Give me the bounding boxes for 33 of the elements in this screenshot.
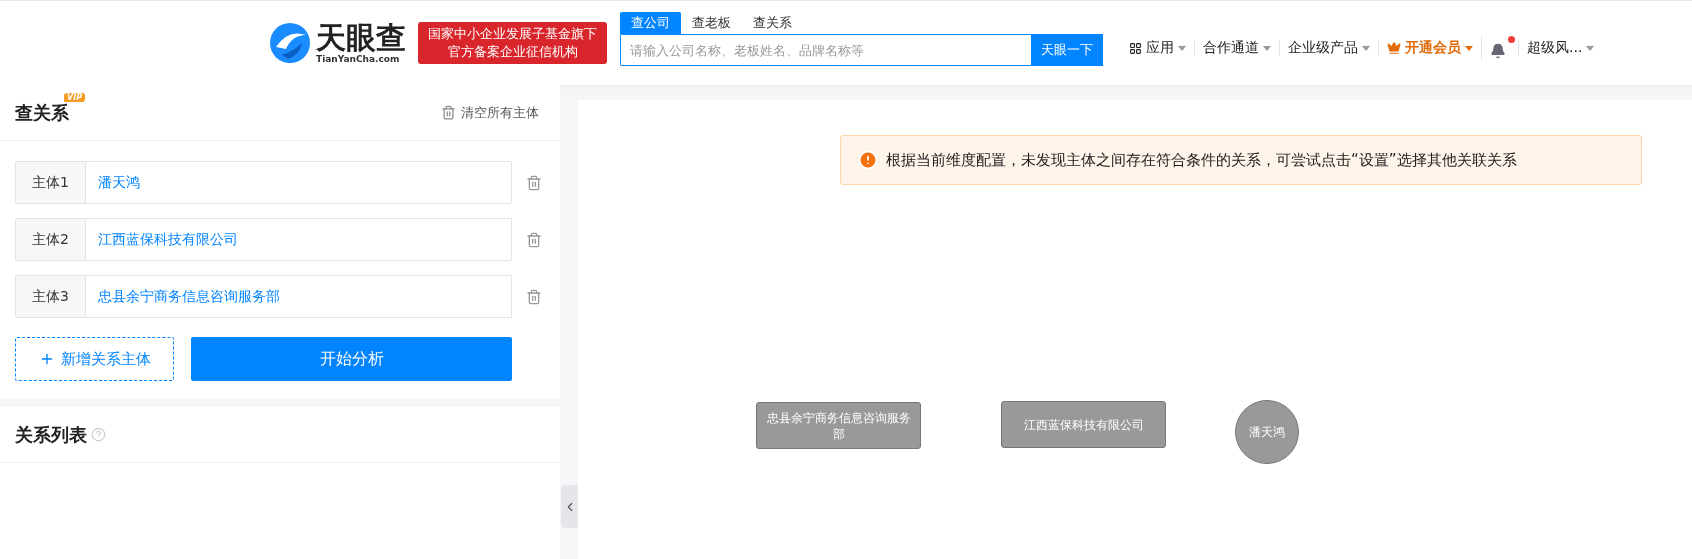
grid-icon xyxy=(1129,41,1142,55)
warning-icon xyxy=(858,150,878,170)
logo-icon xyxy=(268,21,312,65)
trash-icon xyxy=(441,105,456,120)
certification-banner: 国家中小企业发展子基金旗下 官方备案企业征信机构 xyxy=(418,22,607,64)
search-field[interactable]: 请输入公司名称、老板姓名、品牌名称等 xyxy=(620,34,1031,66)
subject-field[interactable]: 主体2 江西蓝保科技有限公司 xyxy=(15,218,512,261)
search-tab[interactable]: 查关系 xyxy=(742,12,803,34)
user-menu[interactable]: 超级风... xyxy=(1518,40,1603,56)
panel-title: 查关系 xyxy=(15,101,69,123)
search-tab[interactable]: 查老板 xyxy=(681,12,742,34)
delete-icon[interactable] xyxy=(526,288,542,305)
subject-field[interactable]: 主体3 忠县余宁商务信息咨询服务部 xyxy=(15,275,512,318)
analyze-button[interactable]: 开始分析 xyxy=(191,337,512,381)
add-subject-button[interactable]: 新增关系主体 xyxy=(15,337,174,381)
notice-text: 根据当前维度配置，未发现主体之间存在符合条件的关系，可尝试点击“设置”选择其他关联关系 xyxy=(886,150,1517,170)
search-button[interactable]: 天眼一下 xyxy=(1031,34,1103,66)
crown-icon xyxy=(1387,41,1401,55)
clear-all-button[interactable]: 清空所有主体 xyxy=(435,102,545,123)
apps-menu[interactable]: 应用 xyxy=(1121,40,1194,56)
logo-domain: TianYanCha.com xyxy=(316,54,401,64)
logo-text: 天眼查 xyxy=(316,22,406,54)
collapse-handle[interactable] xyxy=(561,485,578,528)
section-title: 关系列表 xyxy=(15,422,87,447)
subject-field[interactable]: 主体1 潘天鸿 xyxy=(15,161,512,204)
bell-icon xyxy=(1490,43,1506,59)
help-icon[interactable] xyxy=(91,427,106,442)
delete-icon[interactable] xyxy=(526,231,542,248)
delete-icon[interactable] xyxy=(526,174,542,191)
nav-menu[interactable]: 合作通道 xyxy=(1194,40,1279,56)
vip-badge: VIP xyxy=(63,92,85,102)
nav-menu[interactable]: 企业级产品 xyxy=(1279,40,1378,56)
search-tab[interactable]: 查公司 xyxy=(620,12,681,34)
